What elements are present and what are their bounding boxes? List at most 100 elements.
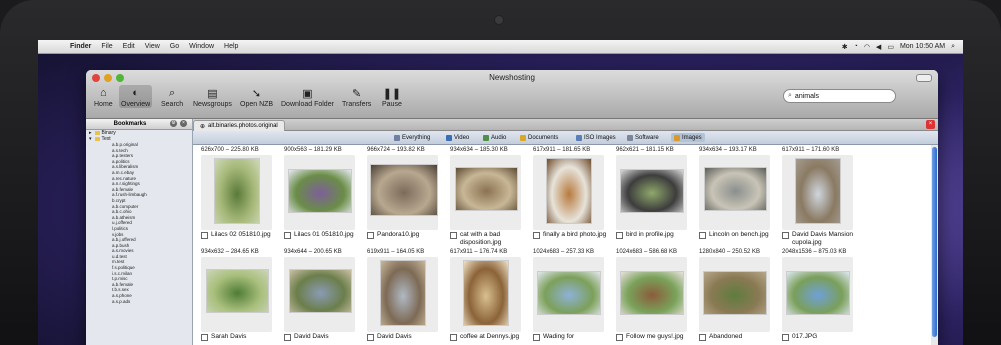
result-thumbnail-frame[interactable] <box>367 155 438 230</box>
menu-edit[interactable]: Edit <box>123 43 135 50</box>
result-checkbox[interactable] <box>450 334 457 341</box>
result-checkbox[interactable] <box>616 334 623 341</box>
result-item[interactable]: 626x700 – 225.80 KB Lilacs 02 051810.jpg <box>201 147 283 239</box>
result-thumbnail-frame[interactable] <box>284 155 355 230</box>
result-thumbnail-frame[interactable] <box>782 155 853 230</box>
result-checkbox[interactable] <box>699 334 706 341</box>
filter-iso-images[interactable]: ISO Images <box>573 133 619 142</box>
toolbar-overview-button[interactable]: ◐ Overview <box>119 85 153 108</box>
result-thumbnail-image[interactable] <box>620 271 684 315</box>
results-scrollbar[interactable] <box>931 145 938 345</box>
sidebar-group-item[interactable]: a.s.p.ads <box>86 299 192 305</box>
result-thumbnail-frame[interactable] <box>201 257 272 332</box>
result-thumbnail-frame[interactable] <box>367 257 438 332</box>
result-checkbox[interactable] <box>367 232 374 239</box>
bookmarks-settings-icon[interactable]: ⚙ <box>170 120 177 127</box>
result-item[interactable]: 617x911 – 176.74 KB coffee at Dennys.jpg <box>450 249 532 341</box>
filter-everything[interactable]: Everything <box>391 133 433 142</box>
result-thumbnail-image[interactable] <box>370 164 438 216</box>
toolbar-home-button[interactable]: ⌂ Home <box>94 85 113 108</box>
menu-view[interactable]: View <box>145 43 160 50</box>
result-item[interactable]: 1280x840 – 250.52 KB Abandoned <box>699 249 781 341</box>
result-thumbnail-image[interactable] <box>206 269 269 313</box>
result-thumbnail-frame[interactable] <box>201 155 272 230</box>
result-checkbox[interactable] <box>782 334 789 341</box>
filter-audio[interactable]: Audio <box>480 133 509 142</box>
result-checkbox[interactable] <box>284 232 291 239</box>
time-machine-icon[interactable]: ◔ <box>854 43 858 50</box>
result-thumbnail-image[interactable] <box>289 269 352 313</box>
menu-app-finder[interactable]: Finder <box>70 43 91 50</box>
result-item[interactable]: 900x563 – 181.29 KB Lilacs 01 051810.jpg <box>284 147 366 239</box>
result-checkbox[interactable] <box>616 232 623 239</box>
result-thumbnail-image[interactable] <box>703 271 767 315</box>
result-item[interactable]: 934x634 – 185.30 KB cat with a bad dispos… <box>450 147 532 246</box>
result-checkbox[interactable] <box>284 334 291 341</box>
result-item[interactable]: 934x632 – 284.65 KB Sarah Davis <box>201 249 283 341</box>
result-thumbnail-frame[interactable] <box>616 257 687 332</box>
result-item[interactable]: 934x644 – 200.65 KB David Davis <box>284 249 366 341</box>
filter-documents[interactable]: Documents <box>517 133 561 142</box>
result-thumbnail-image[interactable] <box>546 158 592 224</box>
result-thumbnail-image[interactable] <box>620 169 684 213</box>
bluetooth-icon[interactable]: ✱ <box>842 43 848 51</box>
toolbar-transfers-button[interactable]: ✎ Transfers <box>342 85 371 109</box>
result-thumbnail-image[interactable] <box>704 167 767 211</box>
result-thumbnail-image[interactable] <box>786 271 850 315</box>
filter-software[interactable]: Software <box>624 133 662 142</box>
spotlight-icon[interactable]: ⌕ <box>951 43 955 51</box>
result-item[interactable]: 617x911 – 171.60 KB David Davis Mansion c… <box>782 147 864 246</box>
result-thumbnail-frame[interactable] <box>782 257 853 332</box>
result-item[interactable]: 1024x683 – 586.68 KB Follow me guys!.jpg <box>616 249 698 341</box>
result-checkbox[interactable] <box>533 334 540 341</box>
result-thumbnail-frame[interactable] <box>699 257 770 332</box>
result-thumbnail-image[interactable] <box>214 158 260 224</box>
result-item[interactable]: 962x621 – 181.15 KB bird in profile.jpg <box>616 147 698 239</box>
toolbar-open-nzb-button[interactable]: ➘ Open NZB <box>240 85 273 109</box>
search-field[interactable]: ⌕ animals <box>783 89 896 103</box>
menu-clock[interactable]: Mon 10:50 AM <box>900 43 945 50</box>
bookmarks-close-icon[interactable]: × <box>180 120 187 127</box>
toolbar-search-button[interactable]: ⌕ Search <box>161 85 183 109</box>
result-thumbnail-frame[interactable] <box>533 155 604 230</box>
result-thumbnail-image[interactable] <box>380 260 426 326</box>
toolbar-toggle-button[interactable] <box>916 74 932 82</box>
result-thumbnail-frame[interactable] <box>450 257 521 332</box>
result-thumbnail-image[interactable] <box>455 167 518 211</box>
scrollbar-knob[interactable] <box>932 147 937 337</box>
volume-icon[interactable]: ◀ <box>876 43 881 51</box>
result-thumbnail-image[interactable] <box>288 169 352 213</box>
result-checkbox[interactable] <box>782 232 789 239</box>
result-thumbnail-image[interactable] <box>463 260 509 326</box>
menu-window[interactable]: Window <box>189 43 214 50</box>
menu-file[interactable]: File <box>101 43 112 50</box>
result-thumbnail-image[interactable] <box>795 158 841 224</box>
toolbar-newsgroups-button[interactable]: ▤ Newsgroups <box>193 85 232 109</box>
result-thumbnail-frame[interactable] <box>284 257 355 332</box>
result-item[interactable]: 966x724 – 193.82 KB Pandora10.jpg <box>367 147 449 239</box>
result-checkbox[interactable] <box>699 232 706 239</box>
result-thumbnail-frame[interactable] <box>616 155 687 230</box>
result-checkbox[interactable] <box>450 232 457 239</box>
result-thumbnail-frame[interactable] <box>699 155 770 230</box>
result-item[interactable]: 1024x683 – 257.33 KB Wading for <box>533 249 615 341</box>
result-item[interactable]: 2048x1536 – 875.03 KB 017.JPG <box>782 249 864 341</box>
result-checkbox[interactable] <box>533 232 540 239</box>
tab-close-icon[interactable]: × <box>926 120 935 129</box>
result-item[interactable]: 934x634 – 193.17 KB Lincoln on bench.jpg <box>699 147 781 239</box>
result-thumbnail-image[interactable] <box>537 271 601 315</box>
result-thumbnail-frame[interactable] <box>450 155 521 230</box>
result-item[interactable]: 617x911 – 181.65 KB finally a bird photo.… <box>533 147 615 239</box>
disclosure-down-icon[interactable]: ▾ <box>89 136 92 142</box>
toolbar-download-folder-button[interactable]: ▣ Download Folder <box>281 85 334 109</box>
menu-help[interactable]: Help <box>224 43 238 50</box>
search-input[interactable]: animals <box>795 93 819 100</box>
result-checkbox[interactable] <box>367 334 374 341</box>
filter-video[interactable]: Video <box>443 133 472 142</box>
result-checkbox[interactable] <box>201 232 208 239</box>
battery-icon[interactable]: ▭ <box>887 43 894 51</box>
result-item[interactable]: 619x911 – 164.05 KB David Davis <box>367 249 449 341</box>
toolbar-pause-button[interactable]: ❚❚ Pause <box>382 85 402 109</box>
menu-go[interactable]: Go <box>170 43 179 50</box>
result-checkbox[interactable] <box>201 334 208 341</box>
